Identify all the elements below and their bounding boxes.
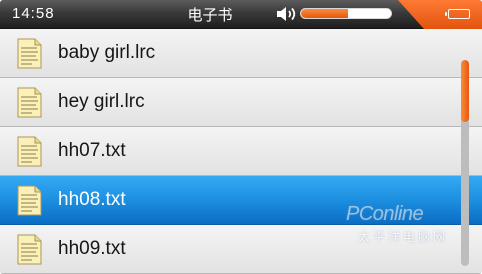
- volume-slider[interactable]: [300, 8, 392, 19]
- scrollbar-thumb[interactable]: [461, 60, 469, 122]
- app-title: 电子书: [187, 6, 233, 24]
- file-name: hh08.txt: [58, 189, 126, 210]
- file-row-3[interactable]: hh07.txt: [0, 127, 482, 176]
- battery-icon: [445, 9, 470, 19]
- file-name: baby girl.lrc: [58, 42, 156, 63]
- clock: 14:58: [12, 5, 55, 22]
- watermark-logo: PConline: [346, 203, 424, 225]
- file-row-1[interactable]: baby girl.lrc: [0, 29, 482, 78]
- volume-level-fill: [301, 9, 348, 18]
- document-icon: [17, 185, 42, 216]
- status-bar: 14:58 电子书: [0, 0, 482, 29]
- document-icon: [17, 38, 42, 69]
- battery-indicator-area: [398, 0, 482, 29]
- file-name: hh09.txt: [58, 238, 126, 259]
- document-icon: [17, 87, 42, 118]
- watermark: PConline 太平洋电脑网: [344, 203, 476, 263]
- ebook-screen: 14:58 电子书 baby girl.lrc hey girl.lrc hh0…: [0, 0, 482, 274]
- watermark-subtitle: 太平洋电脑网: [358, 230, 449, 244]
- file-name: hey girl.lrc: [58, 91, 145, 112]
- file-name: hh07.txt: [58, 140, 126, 161]
- speaker-icon[interactable]: [276, 6, 298, 22]
- file-row-2[interactable]: hey girl.lrc: [0, 78, 482, 127]
- document-icon: [17, 136, 42, 167]
- document-icon: [17, 234, 42, 265]
